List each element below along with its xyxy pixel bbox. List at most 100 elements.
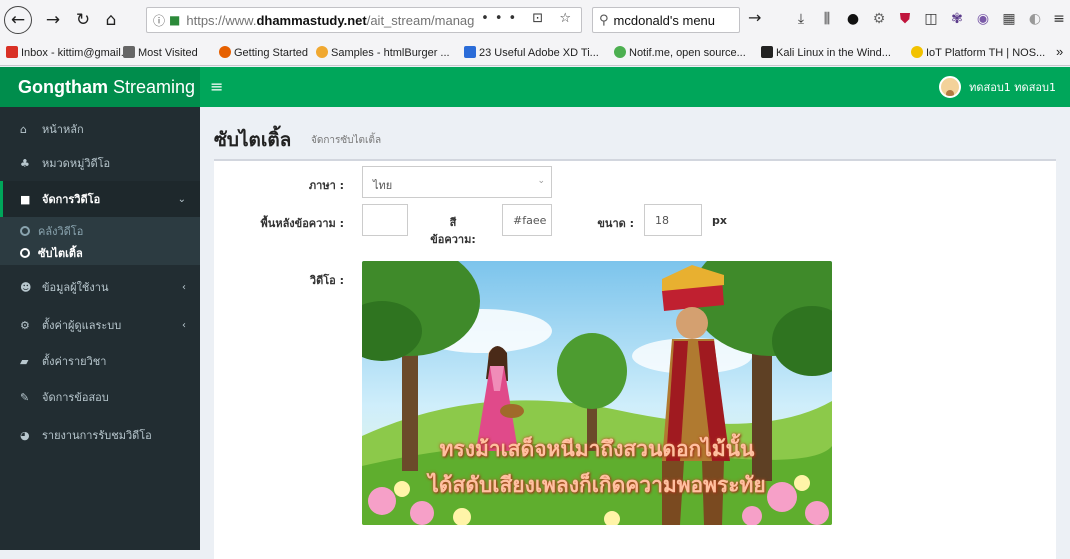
menu-icon[interactable]: ≡	[1050, 10, 1068, 28]
text-color-label: สีข้อความ:	[430, 216, 476, 246]
sidebar-item-manage-exams[interactable]: ✎ จัดการข้อสอบ	[0, 379, 200, 415]
gmail-icon	[6, 46, 18, 58]
sidebar-item-manage-video[interactable]: ■ จัดการวิดีโอ ⌄	[0, 181, 200, 217]
form-box: ภาษา : ไทย ⌄ พื้นหลังข้อความ : สีข้อความ…	[214, 159, 1056, 559]
page-subtitle: จัดการซับไตเติ้ล	[311, 135, 382, 146]
video-label: วิดีโอ :	[309, 274, 344, 287]
bookmarks-bar: Inbox - kittim@gmail.... Most Visited Ge…	[0, 44, 1070, 64]
search-text: mcdonald's menu	[613, 12, 716, 28]
kali-icon	[761, 46, 773, 58]
extension-dark-icon[interactable]: ●	[844, 10, 862, 28]
ublock-icon[interactable]: ⛊	[896, 10, 914, 28]
circle-icon	[20, 248, 30, 258]
burger-icon	[316, 46, 328, 58]
page-title: ซับไตเติ้ล	[214, 129, 292, 151]
sidebar-item-video-categories[interactable]: ♣ หมวดหมู่วิดีโอ	[0, 145, 200, 181]
bookmark-item[interactable]: IoT Platform TH | NOS...	[911, 46, 1045, 59]
bookmark-item[interactable]: Samples - htmlBurger ...	[316, 46, 450, 59]
sitemap-icon: ♣	[20, 156, 30, 170]
book-icon: ▰	[20, 354, 29, 368]
extension-grid-icon[interactable]: ▦	[1000, 10, 1018, 28]
chevron-left-icon: ‹	[182, 281, 186, 293]
chevron-down-icon: ⌄	[177, 193, 186, 205]
subtitle-line-1: ทรงม้าเสด็จหนีมาถึงสวนดอกไม้นั้น	[439, 437, 755, 461]
library-icon[interactable]: ⫼	[818, 10, 836, 28]
text-color-input[interactable]: #faee	[502, 204, 552, 236]
chart-icon	[464, 46, 476, 58]
submenu-item-label: คลังวิดีโอ	[38, 225, 84, 238]
home-icon: ⌂	[20, 122, 27, 136]
bookmark-item[interactable]: 23 Useful Adobe XD Ti...	[464, 46, 599, 59]
firefox-icon	[219, 46, 231, 58]
sidebar-item-label: หมวดหมู่วิดีโอ	[42, 157, 111, 170]
cogs-icon: ⚙	[20, 318, 30, 332]
chevron-left-icon: ‹	[182, 319, 186, 331]
size-unit: px	[712, 214, 727, 227]
bookmark-item[interactable]: Kali Linux in the Wind...	[761, 46, 891, 59]
extension-circle-icon[interactable]: ◉	[974, 10, 992, 28]
app-logo[interactable]: Gongtham Streaming	[0, 67, 200, 107]
extension-paw-icon[interactable]: ✾	[948, 10, 966, 28]
submenu-manage-video: คลังวิดีโอ ซับไตเติ้ล	[0, 217, 200, 265]
back-button[interactable]: ←	[4, 6, 32, 34]
gear-icon	[123, 46, 135, 58]
browser-chrome: ← → ↻ ⌂ ⓘ ■ https://www.dhammastudy.net/…	[0, 0, 1070, 66]
background-label: พื้นหลังข้อความ :	[260, 217, 344, 230]
submenu-item-video-library[interactable]: คลังวิดีโอ	[20, 222, 83, 240]
video-player[interactable]: ทรงม้าเสด็จหนีมาถึงสวนดอกไม้นั้น ได้สดับ…	[362, 261, 832, 525]
extension-moon-icon[interactable]: ◐	[1026, 10, 1044, 28]
reload-button[interactable]: ↻	[70, 7, 96, 33]
sidebar: ⌂ หน้าหลัก ♣ หมวดหมู่วิดีโอ ■ จัดการวิดี…	[0, 107, 200, 550]
chart-pie-icon: ◕	[20, 428, 30, 442]
sidebar-item-label: จัดการวิดีโอ	[42, 193, 101, 206]
browser-toolbar: ← → ↻ ⌂ ⓘ ■ https://www.dhammastudy.net/…	[0, 0, 1070, 40]
forward-button[interactable]: →	[40, 7, 66, 33]
edit-icon: ✎	[20, 390, 30, 404]
sidebar-toggle-button[interactable]: ≡	[210, 77, 223, 96]
sidebar-item-label: จัดการข้อสอบ	[42, 391, 109, 404]
sidebar-item-home[interactable]: ⌂ หน้าหลัก	[0, 111, 200, 147]
extension-gear-icon[interactable]: ⚙	[870, 10, 888, 28]
bookmark-item[interactable]: Most Visited	[123, 46, 198, 59]
app-header: Gongtham Streaming ≡ ทดสอบ1 ทดสอบ1	[0, 67, 1070, 107]
video-icon: ■	[20, 192, 31, 206]
sidebar-item-viewing-report[interactable]: ◕ รายงานการรับชมวิดีโอ	[0, 417, 200, 453]
submenu-item-subtitles[interactable]: ซับไตเติ้ล	[20, 244, 83, 262]
users-icon: ☻	[20, 280, 32, 294]
url-bar[interactable]: ⓘ ■ https://www.dhammastudy.net/ait_stre…	[146, 7, 582, 33]
sidebar-item-course-settings[interactable]: ▰ ตั้งค่ารายวิชา	[0, 343, 200, 379]
sidebar-item-label: รายงานการรับชมวิดีโอ	[42, 429, 152, 442]
sidebar-item-label: ข้อมูลผู้ใช้งาน	[42, 281, 109, 294]
chevron-down-icon: ⌄	[537, 176, 545, 186]
search-icon: ⚲	[599, 12, 609, 28]
submenu-item-label: ซับไตเติ้ล	[38, 247, 83, 260]
user-menu[interactable]: ทดสอบ1 ทดสอบ1	[939, 76, 1056, 98]
page-actions[interactable]: ••• ⊡ ☆	[475, 11, 577, 26]
search-bar[interactable]: ⚲ mcdonald's menu	[592, 7, 740, 33]
background-color-input[interactable]	[362, 204, 408, 236]
size-label: ขนาด :	[597, 217, 634, 230]
notif-icon	[614, 46, 626, 58]
bookmark-item[interactable]: Notif.me, open source...	[614, 46, 746, 59]
sidebar-item-users[interactable]: ☻ ข้อมูลผู้ใช้งาน ‹	[0, 269, 200, 305]
info-icon[interactable]: ⓘ	[153, 12, 165, 29]
lock-icon: ■	[169, 13, 181, 27]
bookmark-item[interactable]: Inbox - kittim@gmail....	[6, 46, 133, 59]
sidebar-toggle-icon[interactable]: ◫	[922, 10, 940, 28]
language-label: ภาษา :	[308, 179, 344, 192]
sidebar-item-label: ตั้งค่ารายวิชา	[42, 355, 107, 368]
user-name: ทดสอบ1 ทดสอบ1	[969, 81, 1056, 94]
subtitle-line-2: ได้สดับเสียงเพลงก็เกิดความพอพระทัย	[428, 473, 766, 497]
search-go-button[interactable]: →	[748, 8, 761, 27]
bookmark-item[interactable]: Getting Started	[219, 46, 308, 59]
sidebar-item-label: หน้าหลัก	[42, 123, 84, 136]
bookmarks-overflow-button[interactable]: »	[1056, 44, 1063, 59]
downloads-icon[interactable]: ⤓	[792, 10, 810, 28]
home-button[interactable]: ⌂	[98, 7, 124, 33]
iot-icon	[911, 46, 923, 58]
url-text: https://www.dhammastudy.net/ait_stream/m…	[186, 12, 520, 28]
size-input[interactable]: 18	[644, 204, 702, 236]
main-content: ซับไตเติ้ล จัดการซับไตเติ้ล ภาษา : ไทย ⌄…	[200, 107, 1070, 559]
language-select[interactable]: ไทย ⌄	[362, 166, 552, 198]
sidebar-item-admin-settings[interactable]: ⚙ ตั้งค่าผู้ดูแลระบบ ‹	[0, 307, 200, 343]
